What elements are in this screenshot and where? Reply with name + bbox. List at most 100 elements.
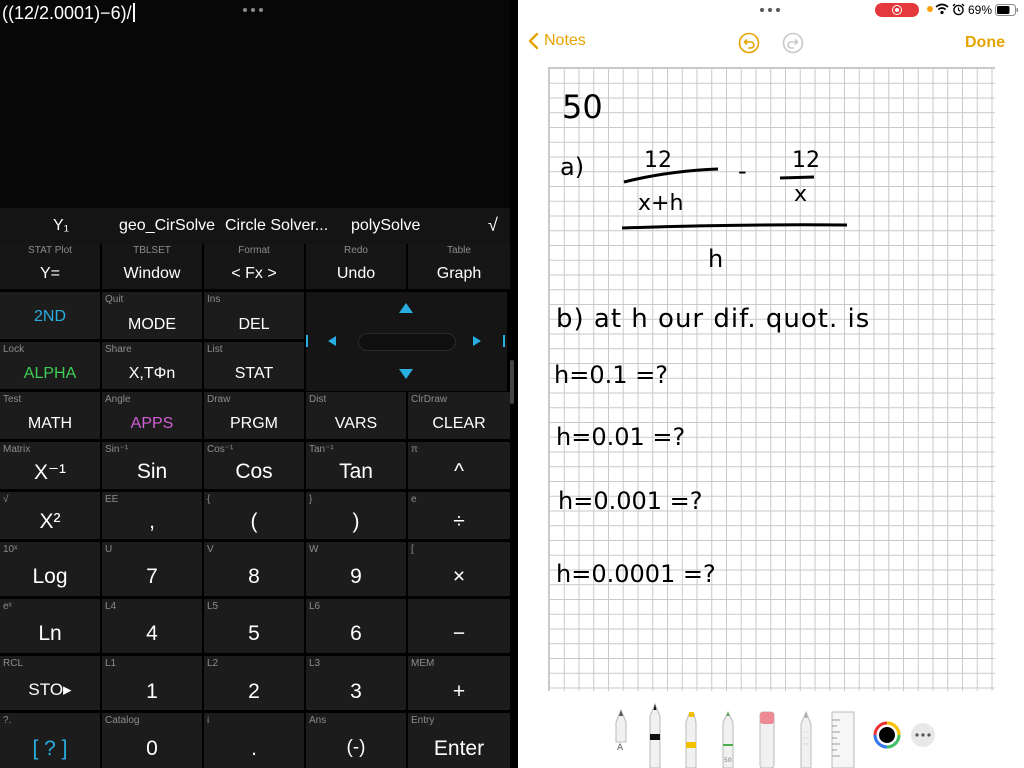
key-prgm[interactable]: Draw PRGM	[204, 392, 304, 439]
marker-tool-icon[interactable]	[649, 702, 661, 768]
key-help[interactable]: ?. [ ? ]	[0, 713, 100, 768]
numerator-right-top: 12	[792, 148, 820, 173]
key-sin[interactable]: Sin⁻¹ Sin	[102, 442, 202, 489]
key-label: ,	[149, 510, 155, 533]
undo-icon[interactable]	[738, 32, 760, 54]
key-open-paren[interactable]: {(	[204, 492, 304, 539]
key-y-equals[interactable]: STAT Plot Y=	[0, 244, 100, 289]
key-8[interactable]: V8	[204, 542, 304, 596]
sqrt-icon[interactable]: √	[488, 215, 498, 236]
key-vars[interactable]: Dist VARS	[306, 392, 406, 439]
key-label: 6	[350, 622, 362, 645]
toolbar-tools: A 50	[615, 702, 935, 768]
key-power[interactable]: π ^	[408, 442, 510, 489]
key-4[interactable]: L4 4	[102, 599, 202, 653]
key-5[interactable]: L5 5	[204, 599, 304, 653]
status-bar: 69%	[518, 0, 1024, 20]
key-tan[interactable]: Tan⁻¹ Tan	[306, 442, 406, 489]
main-fraction-bar	[621, 223, 848, 230]
calculator-display[interactable]: ((12/2.0001)−6)/	[0, 0, 510, 208]
key-6[interactable]: L6 6	[306, 599, 406, 653]
key-1[interactable]: L1 1	[102, 656, 202, 710]
key-0[interactable]: Catalog 0	[102, 713, 202, 768]
key-secondary-label: Ans	[309, 715, 327, 726]
key-alpha[interactable]: Lock ALPHA	[0, 342, 100, 389]
arrow-down-icon[interactable]	[399, 369, 413, 379]
mic-indicator-icon	[927, 6, 933, 12]
key-label: [ ? ]	[32, 737, 68, 760]
chevron-left-icon	[528, 32, 539, 50]
arrow-up-icon[interactable]	[399, 303, 413, 313]
key-3[interactable]: L3 3	[306, 656, 406, 710]
back-button[interactable]: Notes	[528, 32, 586, 50]
pen-tool-icon[interactable]: A	[615, 708, 627, 753]
key-secondary-label: 10ˣ	[3, 544, 18, 555]
key-9[interactable]: W9	[306, 542, 406, 596]
key-log[interactable]: 10ˣ Log	[0, 542, 100, 596]
catalog-item-polysolve[interactable]: polySolve	[351, 217, 420, 235]
key-negative[interactable]: Ans (-)	[306, 713, 406, 768]
divider-handle[interactable]	[510, 360, 514, 404]
markup-toolbar: A 50	[518, 692, 1024, 768]
key-secondary-label: Test	[3, 394, 22, 405]
key-subtract[interactable]: −	[408, 599, 510, 653]
key-square[interactable]: √ X²	[0, 492, 100, 539]
key-label: < Fx >	[231, 265, 277, 282]
key-enter[interactable]: Entry Enter	[408, 713, 510, 768]
redo-icon[interactable]	[782, 32, 804, 54]
color-picker-icon[interactable]	[873, 721, 901, 749]
key-add[interactable]: MEM +	[408, 656, 510, 710]
key-apps[interactable]: Angle APPS	[102, 392, 202, 439]
key-label: MODE	[128, 316, 176, 333]
screen-record-icon[interactable]	[875, 3, 919, 17]
highlighter-tool-icon[interactable]	[685, 712, 697, 768]
key-label: 0	[146, 737, 158, 760]
key-xtthetan[interactable]: Share X,TΦn	[102, 342, 202, 389]
key-secondary-label: e	[411, 494, 417, 505]
key-mode[interactable]: Quit MODE	[102, 292, 202, 339]
key-label: Y=	[39, 265, 60, 282]
key-math[interactable]: Test MATH	[0, 392, 100, 439]
key-secondary-label: ClrDraw	[411, 394, 448, 405]
denominator-h: h	[708, 245, 723, 273]
key-clear[interactable]: ClrDraw CLEAR	[408, 392, 510, 439]
key-format[interactable]: Format < Fx >	[204, 244, 304, 289]
done-button[interactable]: Done	[965, 34, 1005, 52]
key-graph[interactable]: Table Graph	[408, 244, 510, 289]
key-inverse[interactable]: Matrix X⁻¹	[0, 442, 100, 489]
catalog-item-y1[interactable]: Y₁	[53, 217, 69, 235]
arrow-left-icon[interactable]	[328, 336, 336, 346]
key-stat[interactable]: List STAT	[204, 342, 304, 389]
key-secondary-label: Ins	[207, 294, 221, 305]
key-sto[interactable]: RCL STO▸	[0, 656, 100, 710]
key-del[interactable]: Ins DEL	[204, 292, 304, 339]
more-icon[interactable]	[911, 723, 935, 747]
ruler-tool-icon[interactable]	[831, 711, 855, 768]
catalog-item-circle-solver[interactable]: Circle Solver...	[225, 217, 328, 235]
key-secondary-label: Quit	[105, 294, 124, 305]
key-divide[interactable]: e ÷	[408, 492, 510, 539]
key-7[interactable]: U7	[102, 542, 202, 596]
key-2nd[interactable]: 2ND	[0, 292, 100, 339]
key-window[interactable]: TBLSET Window	[102, 244, 202, 289]
key-secondary-label: L1	[105, 658, 117, 669]
key-label: 8	[248, 565, 260, 588]
arrow-right-icon[interactable]	[473, 336, 481, 346]
key-decimal[interactable]: i.	[204, 713, 304, 768]
key-secondary-label: TBLSET	[133, 245, 171, 256]
key-cos[interactable]: Cos⁻¹ Cos	[204, 442, 304, 489]
key-undo[interactable]: Redo Undo	[306, 244, 406, 289]
key-2[interactable]: L2 2	[204, 656, 304, 710]
key-multiply[interactable]: [×	[408, 542, 510, 596]
catalog-item-geo-cirsolve[interactable]: geo_CirSolve	[119, 217, 215, 235]
catalog-bar: Y₁ geo_CirSolve Circle Solver... polySol…	[0, 208, 510, 244]
handwriting-canvas[interactable]: 50 a) 12 x+h - 12 x h b) at h our dif. q…	[518, 67, 1024, 690]
pencil-tool-icon[interactable]	[800, 710, 812, 768]
key-comma[interactable]: EE,	[102, 492, 202, 539]
monoline-tool-icon[interactable]: 50	[722, 710, 734, 768]
key-ln[interactable]: eˣ Ln	[0, 599, 100, 653]
multitask-grip-icon[interactable]	[243, 8, 265, 14]
eraser-tool-icon[interactable]	[759, 711, 775, 768]
multitask-grip-icon[interactable]	[760, 8, 782, 14]
key-close-paren[interactable]: })	[306, 492, 406, 539]
